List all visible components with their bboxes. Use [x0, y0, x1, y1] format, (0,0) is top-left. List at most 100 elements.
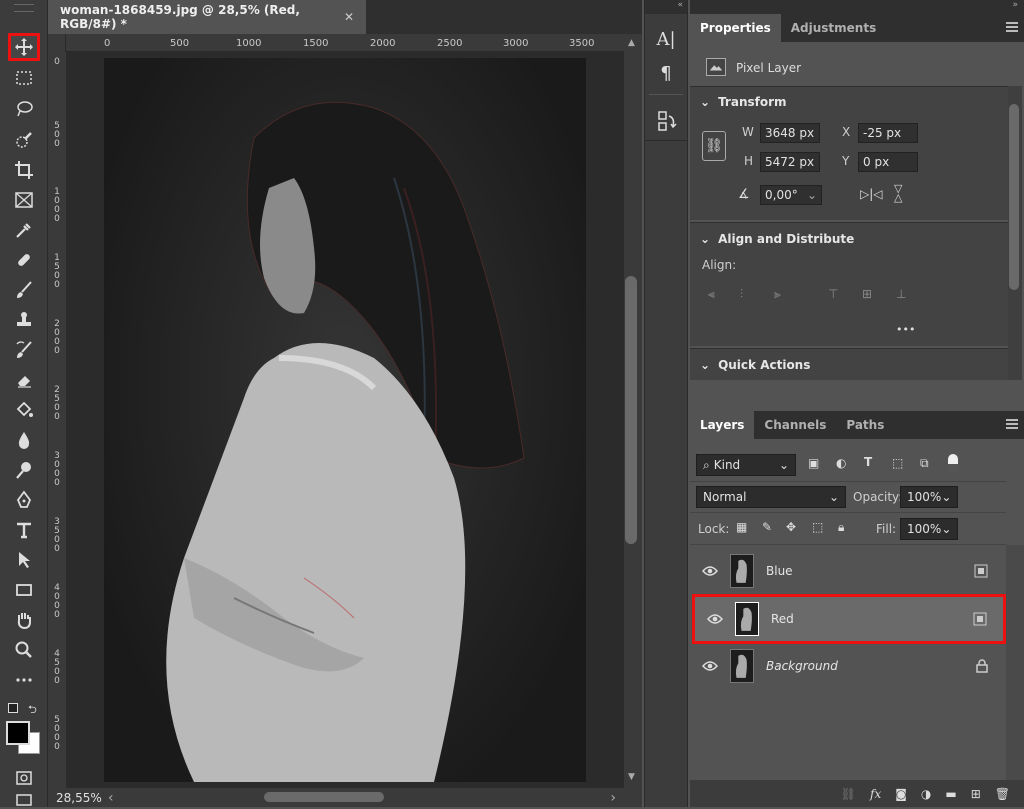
new-layer-icon[interactable]: ⊞ — [971, 787, 981, 801]
fill-field[interactable]: 100% ⌄ — [900, 518, 958, 540]
close-tab-icon[interactable]: ✕ — [344, 10, 354, 24]
marquee-tool[interactable] — [8, 64, 40, 92]
adjustment-layer-icon[interactable]: ◑ — [921, 787, 931, 801]
path-selection-tool[interactable] — [8, 546, 40, 574]
brush-tool[interactable] — [8, 276, 40, 304]
paragraph-panel-icon[interactable]: ¶ — [651, 58, 681, 88]
dodge-tool[interactable] — [8, 456, 40, 484]
layer-name[interactable]: Background — [766, 659, 838, 673]
link-icon[interactable]: ⛓ — [702, 131, 726, 161]
vertical-scroll-thumb[interactable] — [625, 276, 637, 544]
new-group-icon[interactable]: ▬ — [945, 787, 956, 801]
transform-header[interactable]: ⌄ Transform — [700, 95, 787, 109]
paint-bucket-tool[interactable] — [8, 396, 40, 424]
align-middle-v-icon[interactable]: ⊞ — [862, 287, 872, 301]
adjustment-filter-icon[interactable]: ◐ — [836, 456, 846, 470]
swap-colors-icon[interactable]: ⮌ — [28, 701, 37, 720]
collapse-panels-icon[interactable]: » — [690, 0, 1024, 14]
layers-menu-icon[interactable] — [1006, 419, 1018, 429]
align-top-icon[interactable]: ⊤ — [828, 287, 838, 301]
tab-properties[interactable]: Properties — [690, 14, 781, 42]
tab-paths[interactable]: Paths — [836, 411, 894, 439]
clone-stamp-tool[interactable] — [8, 306, 40, 334]
lock-transparent-icon[interactable]: ▦ — [736, 520, 747, 534]
ruler-origin[interactable] — [48, 34, 66, 52]
opacity-field[interactable]: 100% ⌄ — [900, 486, 958, 508]
layer-filter-select[interactable]: ⌕ Kind ⌄ — [696, 454, 796, 476]
lasso-tool[interactable] — [8, 95, 40, 123]
screen-mode-icon[interactable] — [8, 790, 40, 807]
hand-tool[interactable] — [8, 606, 40, 634]
align-bottom-icon[interactable]: ⊥ — [896, 287, 906, 301]
smart-object-filter-icon[interactable]: ⧉ — [920, 456, 929, 471]
lock-image-icon[interactable]: ✎ — [762, 520, 772, 534]
pen-tool[interactable] — [8, 486, 40, 514]
blend-mode-select[interactable]: Normal ⌄ — [696, 486, 846, 508]
zoom-level[interactable]: 28,55% — [48, 791, 104, 805]
frame-tool[interactable] — [8, 186, 40, 214]
layer-name[interactable]: Blue — [766, 564, 793, 578]
panel-grip[interactable] — [14, 4, 34, 12]
more-options-icon[interactable]: ••• — [896, 323, 915, 336]
layer-row-red[interactable]: Red — [692, 594, 1006, 644]
history-panel-icon[interactable] — [651, 106, 681, 136]
healing-brush-tool[interactable] — [8, 246, 40, 274]
tab-channels[interactable]: Channels — [754, 411, 836, 439]
scroll-right-icon[interactable]: › — [610, 790, 616, 806]
x-field[interactable]: -25 px — [858, 123, 918, 143]
layer-name[interactable]: Red — [771, 612, 794, 626]
flip-horizontal-icon[interactable]: ▷|◁ — [860, 187, 883, 201]
align-center-h-icon[interactable]: ⫶ — [740, 287, 743, 302]
angle-field[interactable]: 0,00° ⌄ — [760, 185, 822, 205]
character-panel-icon[interactable]: A| — [651, 24, 681, 54]
flip-vertical-icon[interactable]: ▽ △ — [894, 183, 902, 203]
shape-filter-icon[interactable]: ⬚ — [892, 456, 903, 470]
visibility-eye-icon[interactable] — [702, 565, 718, 577]
pixel-filter-icon[interactable]: ▣ — [808, 456, 819, 470]
horizontal-scroll-thumb[interactable] — [264, 792, 384, 802]
photo-canvas[interactable] — [104, 58, 586, 782]
scroll-down-icon[interactable]: ▼ — [628, 772, 635, 782]
quick-actions-header[interactable]: ⌄ Quick Actions — [700, 358, 810, 372]
tab-adjustments[interactable]: Adjustments — [781, 14, 886, 42]
visibility-eye-icon[interactable] — [707, 613, 723, 625]
crop-tool[interactable] — [8, 156, 40, 184]
more-tools-icon[interactable] — [8, 666, 40, 694]
document-tab[interactable]: woman-1868459.jpg @ 28,5% (Red, RGB/8#) … — [48, 0, 366, 34]
zoom-tool[interactable] — [8, 636, 40, 664]
foreground-color-swatch[interactable] — [6, 721, 30, 745]
type-filter-icon[interactable]: T — [864, 455, 872, 469]
properties-menu-icon[interactable] — [1006, 22, 1018, 32]
properties-scroll-thumb[interactable] — [1009, 104, 1019, 290]
width-field[interactable]: 3648 px — [760, 123, 820, 143]
scroll-up-icon[interactable]: ▲ — [628, 38, 635, 48]
add-mask-icon[interactable]: ◙ — [895, 787, 907, 801]
default-colors-icon[interactable] — [8, 703, 18, 713]
eyedropper-tool[interactable] — [8, 216, 40, 244]
align-left-icon[interactable]: ⫷ — [708, 287, 715, 302]
move-tool[interactable] — [8, 33, 40, 61]
history-brush-tool[interactable] — [8, 336, 40, 364]
filter-toggle[interactable] — [948, 454, 958, 474]
delete-layer-icon[interactable]: 🗑︎ — [995, 787, 1010, 801]
layer-row-blue[interactable]: Blue — [690, 548, 1006, 594]
link-layers-icon[interactable]: ⛓ — [841, 787, 856, 801]
fx-icon[interactable]: fx — [870, 787, 881, 801]
tab-layers[interactable]: Layers — [690, 411, 755, 439]
type-tool[interactable] — [8, 516, 40, 544]
lock-position-icon[interactable]: ✥ — [786, 520, 796, 534]
visibility-eye-icon[interactable] — [702, 660, 718, 672]
lock-artboard-icon[interactable]: ⬚ — [812, 520, 823, 534]
height-field[interactable]: 5472 px — [760, 152, 820, 172]
quick-selection-tool[interactable] — [8, 126, 40, 154]
layer-row-background[interactable]: Background — [690, 643, 1006, 689]
align-right-icon[interactable]: ⫸ — [774, 287, 781, 302]
layers-scrollbar[interactable] — [1006, 545, 1024, 780]
eraser-tool[interactable] — [8, 366, 40, 394]
y-field[interactable]: 0 px — [858, 152, 918, 172]
rectangle-tool[interactable] — [8, 576, 40, 604]
lock-all-icon[interactable]: 🔒︎ — [838, 520, 844, 535]
align-header[interactable]: ⌄ Align and Distribute — [700, 232, 854, 246]
collapse-icon[interactable]: « — [645, 0, 687, 14]
blur-tool[interactable] — [8, 426, 40, 454]
